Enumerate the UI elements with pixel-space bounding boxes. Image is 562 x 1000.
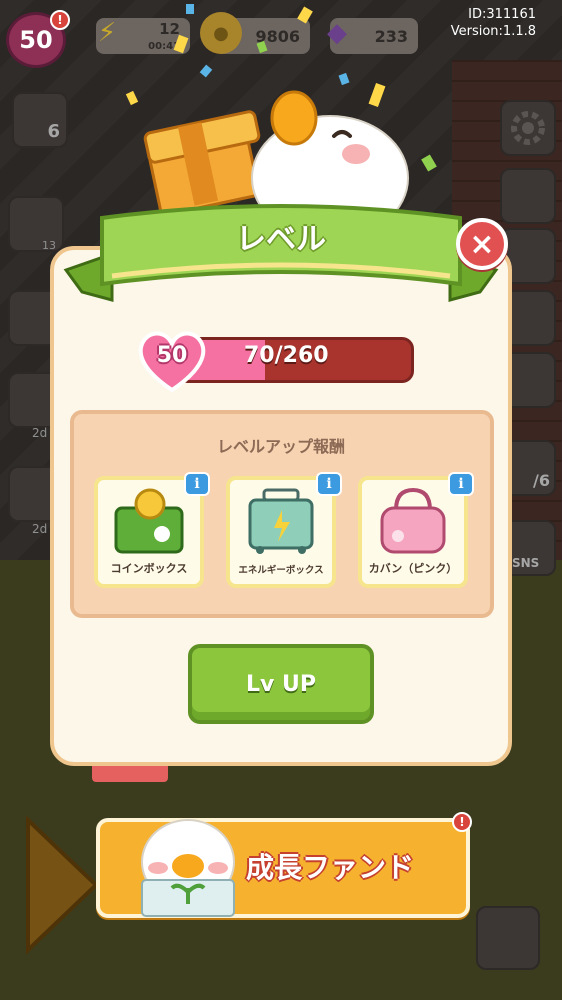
info-button-2[interactable]: i xyxy=(316,472,342,496)
info-icon: i xyxy=(194,476,200,492)
energy-box-icon xyxy=(248,488,314,554)
xp-text: 70/260 xyxy=(244,343,329,368)
close-icon: × xyxy=(469,226,495,262)
reward-label: コインボックス xyxy=(110,562,188,575)
close-button[interactable]: × xyxy=(456,218,508,270)
duck-sprout-icon xyxy=(141,819,235,917)
reward-label: カバン（ピンク） xyxy=(368,562,458,575)
rewards-title: レベルアップ報酬 xyxy=(216,437,345,456)
level-up-label: Lv UP xyxy=(245,671,316,697)
info-icon: i xyxy=(458,476,464,492)
info-icon: i xyxy=(326,476,332,492)
level-up-button[interactable]: Lv UP xyxy=(188,644,374,724)
info-button-3[interactable]: i xyxy=(448,472,474,496)
coin-box-icon xyxy=(114,488,184,554)
reward-label: エネルギーボックス xyxy=(238,565,324,576)
info-button-1[interactable]: i xyxy=(184,472,210,496)
growth-fund-label: 成長ファンド xyxy=(246,851,415,884)
dialog-level-value: 50 xyxy=(156,343,188,368)
fund-alert-badge: ! xyxy=(452,812,472,832)
pink-bag-icon xyxy=(380,487,446,554)
alert-mark: ! xyxy=(459,815,465,829)
